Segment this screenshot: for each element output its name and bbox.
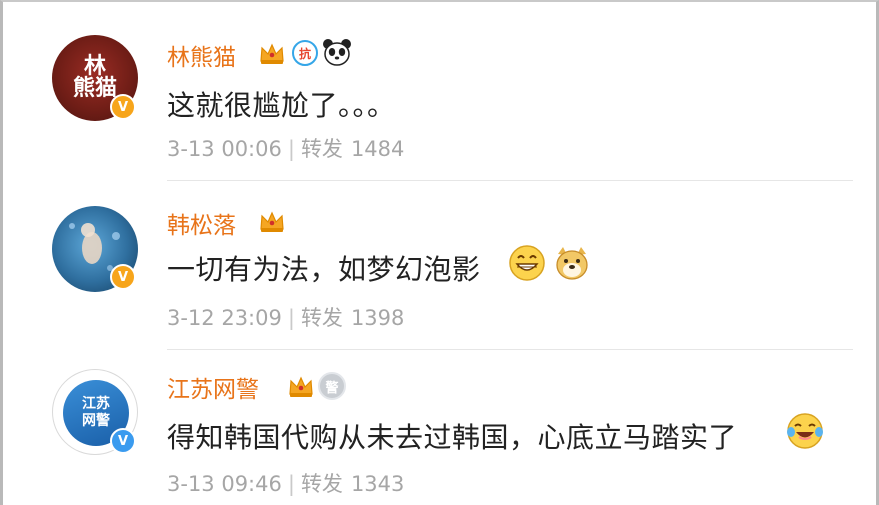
comment-date: 3-13 09:46 — [167, 472, 282, 496]
meta-separator: | — [287, 137, 295, 161]
repost-count: 1398 — [350, 306, 405, 330]
verified-badge: V — [110, 264, 136, 290]
username[interactable]: 韩松落 — [167, 206, 236, 240]
grin-emoji-icon — [509, 245, 545, 281]
username[interactable]: 林熊猫 — [167, 38, 236, 72]
laugh-cry-emoji-icon — [787, 413, 823, 449]
anti-badge-icon: 抗 — [292, 40, 318, 66]
crown-icon — [289, 376, 313, 397]
username[interactable]: 江苏网警 — [167, 370, 259, 404]
meta-separator: | — [287, 472, 295, 496]
panda-icon — [323, 39, 351, 66]
repost-button[interactable]: 转发 — [301, 137, 343, 161]
repost-button[interactable]: 转发 — [301, 306, 343, 330]
comment-meta: 3-12 23:09 | 转发 1398 — [167, 302, 404, 332]
comment-text: 得知韩国代购从未去过韩国，心底立马踏实了 — [167, 421, 738, 454]
comment-meta: 3-13 00:06 | 转发 1484 — [167, 133, 404, 163]
repost-count: 1343 — [350, 472, 405, 496]
crown-icon — [260, 43, 284, 64]
comment-date: 3-12 23:09 — [167, 306, 282, 330]
crown-icon — [260, 211, 284, 232]
verified-badge: V — [110, 428, 136, 454]
meta-separator: | — [287, 306, 295, 330]
medal-badge-icon: 警 — [318, 372, 346, 400]
verified-badge: V — [110, 94, 136, 120]
comment-text: 这就很尴尬了。。。 — [167, 89, 396, 122]
repost-count: 1484 — [350, 137, 405, 161]
doge-emoji-icon — [556, 247, 588, 280]
repost-button[interactable]: 转发 — [301, 472, 343, 496]
comment-date: 3-13 00:06 — [167, 137, 282, 161]
comment-meta: 3-13 09:46 | 转发 1343 — [167, 468, 404, 498]
divider — [167, 349, 853, 350]
comment-text: 一切有为法，如梦幻泡影 — [167, 253, 481, 286]
divider — [167, 180, 853, 181]
